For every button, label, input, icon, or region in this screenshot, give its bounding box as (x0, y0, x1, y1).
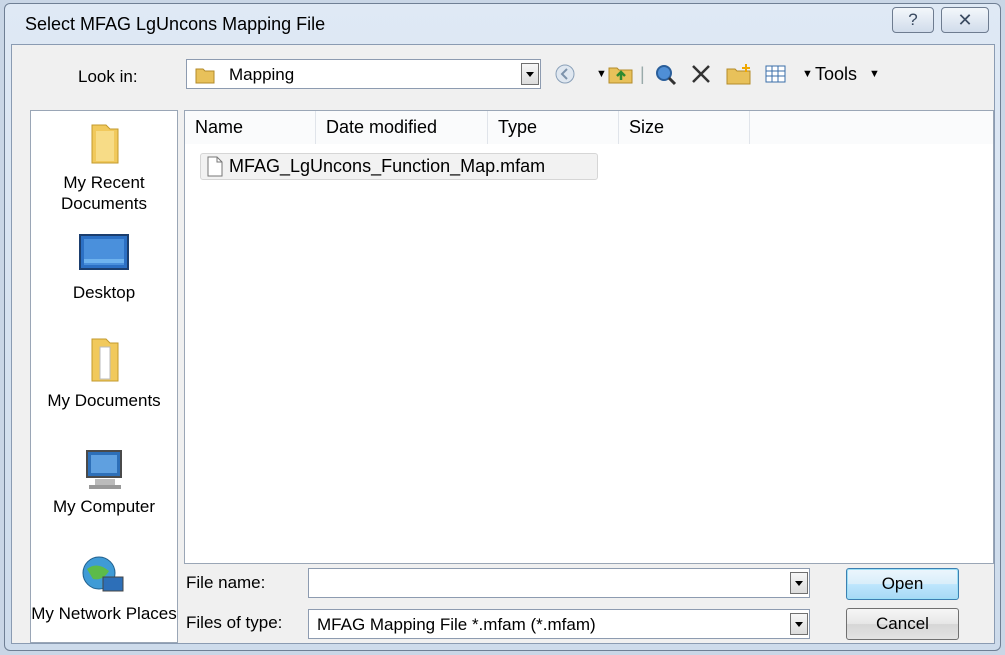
my-documents-icon (91, 338, 119, 382)
look-in-value: Mapping (229, 65, 295, 84)
cancel-button[interactable]: Cancel (846, 608, 959, 640)
my-computer-icon (86, 450, 122, 489)
file-name-dropdown-button[interactable] (790, 572, 808, 594)
open-button[interactable]: Open (846, 568, 959, 600)
place-my-computer[interactable]: My Computer (31, 445, 177, 517)
search-web-icon[interactable] (654, 63, 678, 87)
place-label: My Computer (52, 497, 156, 516)
help-icon: ? (908, 10, 918, 29)
column-header-size[interactable]: Size (619, 111, 750, 144)
views-icon[interactable] (764, 63, 788, 85)
file-list[interactable]: Name Date modified Type Size MFAG_LgUnco… (184, 110, 994, 564)
up-folder-icon[interactable] (608, 63, 634, 85)
tools-menu[interactable]: Tools (815, 63, 857, 85)
file-name-label: File name: (186, 573, 266, 592)
folder-icon (195, 68, 215, 84)
tools-dropdown-icon[interactable]: ▼ (802, 63, 813, 85)
place-label: My Documents (47, 391, 161, 410)
close-button[interactable]: ✕ (941, 7, 989, 33)
place-label: My Recent Documents (61, 173, 147, 213)
delete-icon[interactable] (690, 63, 712, 85)
place-label: My Network Places (31, 604, 177, 623)
new-folder-icon[interactable] (726, 63, 752, 85)
place-recent-documents[interactable]: My Recent Documents (31, 121, 177, 214)
title-bar: Select MFAG LgUncons Mapping File ? ✕ (5, 4, 1000, 44)
toolbar-separator: | (640, 64, 645, 84)
file-type-label: Files of type: (186, 613, 283, 632)
places-bar: My Recent Documents Desktop My Documents (30, 110, 178, 643)
column-header-filler (750, 111, 993, 144)
column-header-type[interactable]: Type (488, 111, 619, 144)
look-in-label: Look in: (78, 67, 138, 86)
file-icon (207, 156, 223, 177)
look-in-dropdown-button[interactable] (521, 63, 539, 85)
back-icon[interactable] (554, 63, 576, 85)
file-type-combo[interactable]: MFAG Mapping File *.mfam (*.mfam) (308, 609, 810, 639)
column-header-name[interactable]: Name (185, 111, 316, 144)
look-in-combo[interactable]: Mapping (186, 59, 541, 89)
recent-documents-icon (91, 124, 119, 164)
place-my-documents[interactable]: My Documents (31, 335, 177, 411)
place-label: Desktop (72, 283, 136, 302)
place-network-places[interactable]: My Network Places (31, 551, 177, 624)
file-name-combo[interactable] (308, 568, 810, 598)
dialog-body: Look in: Mapping ▼ | ▼ Tools ▼ My Recent… (11, 44, 995, 644)
file-name: MFAG_LgUncons_Function_Map.mfam (229, 156, 546, 176)
file-item[interactable]: MFAG_LgUncons_Function_Map.mfam (200, 153, 598, 180)
dialog-title: Select MFAG LgUncons Mapping File (25, 14, 326, 34)
place-desktop[interactable]: Desktop (31, 231, 177, 303)
tools-chevron-icon[interactable]: ▼ (869, 63, 880, 85)
column-header-date-modified[interactable]: Date modified (316, 111, 488, 144)
close-icon: ✕ (957, 10, 973, 30)
file-type-value: MFAG Mapping File *.mfam (*.mfam) (317, 615, 596, 634)
file-type-dropdown-button[interactable] (790, 613, 808, 635)
network-places-icon (82, 556, 124, 592)
dropdown-arrow-icon[interactable]: ▼ (596, 63, 607, 85)
desktop-icon (79, 234, 129, 270)
help-button[interactable]: ? (892, 7, 934, 33)
file-dialog: Select MFAG LgUncons Mapping File ? ✕ Lo… (4, 3, 1001, 651)
